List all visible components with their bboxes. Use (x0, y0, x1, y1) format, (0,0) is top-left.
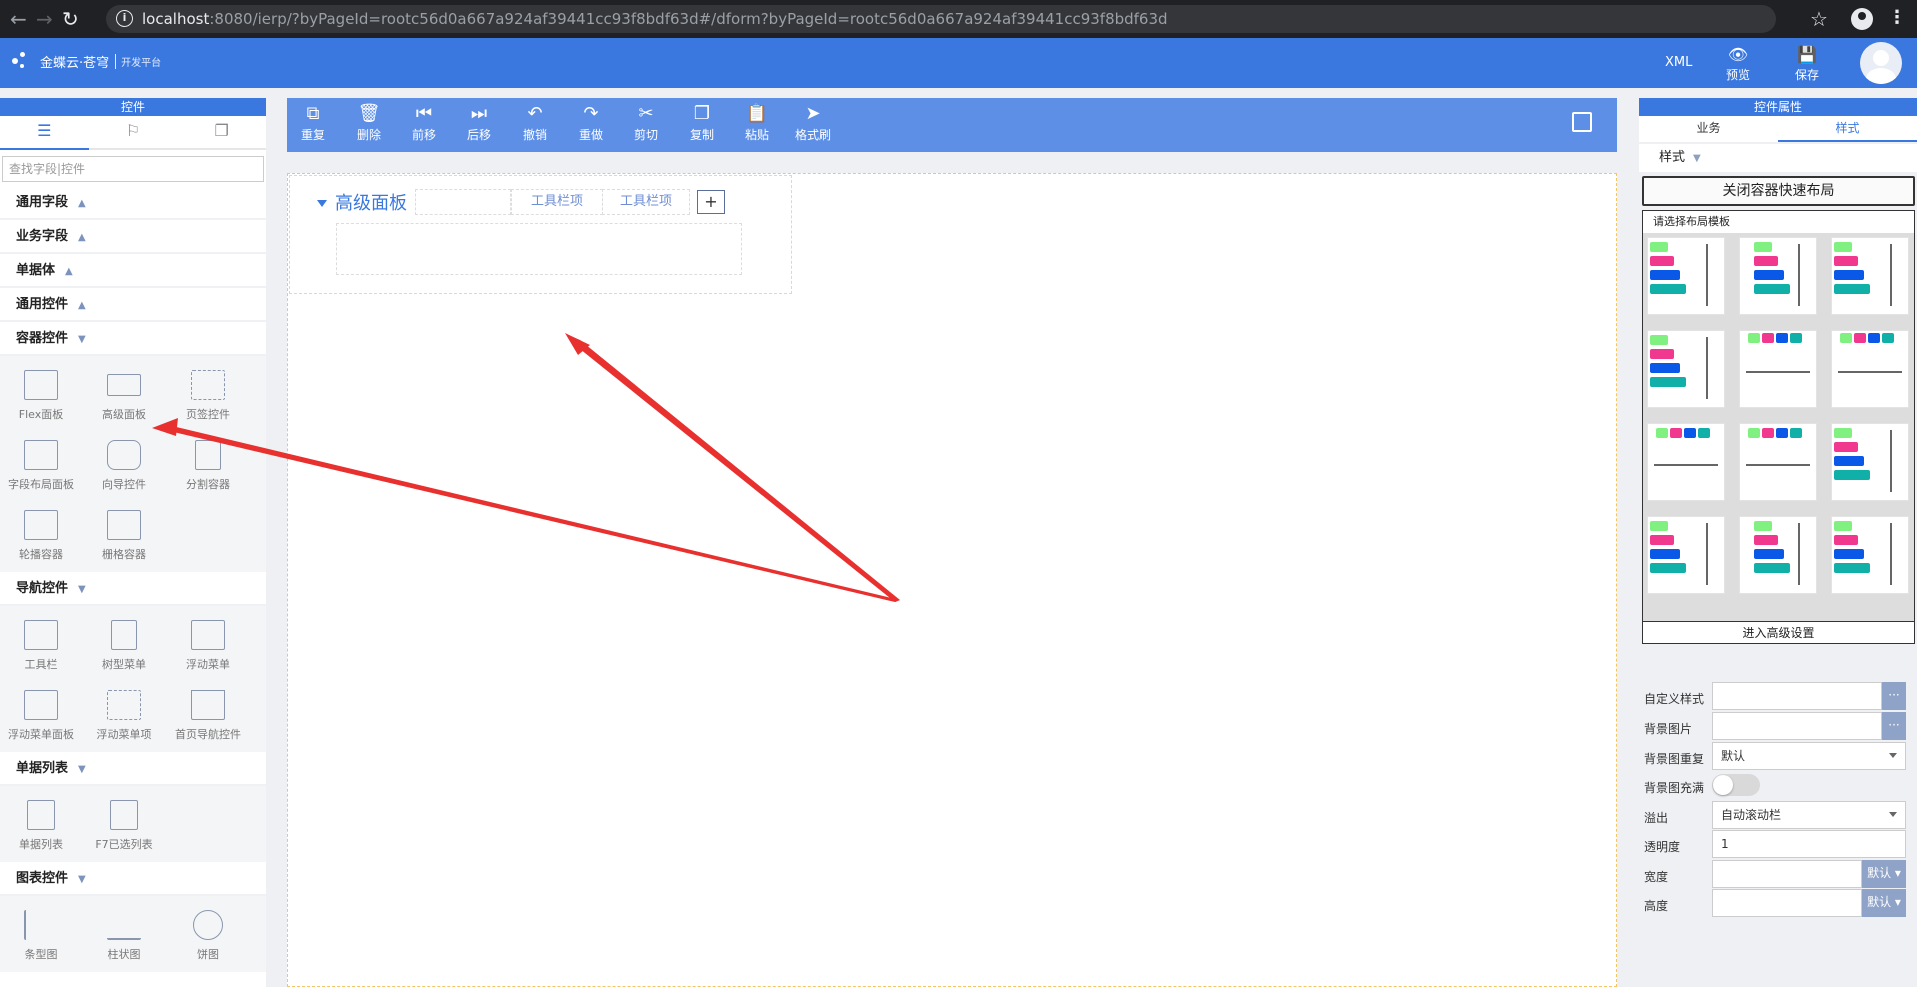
overflow-label: 溢出 (1644, 811, 1669, 825)
bg-repeat-value: 默认 (1721, 749, 1746, 763)
advanced-settings-button[interactable]: 进入高级设置 (1643, 621, 1914, 643)
tab-style[interactable]: 样式 (1778, 116, 1917, 142)
bg-fill-toggle[interactable] (1712, 774, 1760, 796)
chevron-down-icon (1889, 753, 1897, 758)
layout-template-option[interactable] (1831, 423, 1909, 501)
layout-template-option[interactable] (1739, 516, 1817, 594)
layout-template-option[interactable] (1739, 237, 1817, 315)
width-label: 宽度 (1644, 870, 1669, 884)
custom-style-more-button[interactable]: ··· (1882, 682, 1906, 710)
width-default-button[interactable]: 默认 ▾ (1862, 860, 1906, 888)
tab-business[interactable]: 业务 (1639, 116, 1778, 142)
custom-style-input[interactable] (1712, 682, 1882, 710)
bg-fill-label: 背景图充满 (1644, 781, 1705, 795)
width-input[interactable] (1712, 860, 1862, 888)
chevron-down-icon (1889, 812, 1897, 817)
layout-template-option[interactable] (1647, 516, 1725, 594)
annotation-arrows (152, 333, 900, 602)
arrow-to-advanced-panel-head (152, 418, 178, 436)
overflow-select[interactable]: 自动滚动栏 (1712, 801, 1906, 829)
properties-panel: 控件属性 业务 样式 样式 ▼ 关闭容器快速布局 请选择布局模板 进入高级设置 自… (1639, 98, 1917, 987)
bg-repeat-select[interactable]: 默认 (1712, 742, 1906, 770)
layout-template-option[interactable] (1739, 423, 1817, 501)
layout-template-option[interactable] (1647, 330, 1725, 408)
bg-image-input[interactable] (1712, 712, 1882, 740)
height-input[interactable] (1712, 889, 1862, 917)
height-default-button[interactable]: 默认 ▾ (1862, 889, 1906, 917)
bg-image-more-button[interactable]: ··· (1882, 712, 1906, 740)
caret-down-icon: ▼ (1693, 153, 1701, 164)
opacity-label: 透明度 (1644, 840, 1681, 854)
style-label: 样式 (1659, 150, 1686, 165)
layout-template-option[interactable] (1831, 237, 1909, 315)
height-label: 高度 (1644, 899, 1669, 913)
close-quick-layout-button[interactable]: 关闭容器快速布局 (1642, 176, 1915, 206)
layout-template-option[interactable] (1739, 330, 1817, 408)
opacity-input[interactable]: 1 (1712, 830, 1906, 858)
default-label: 默认 (1867, 866, 1892, 880)
layout-template-picker: 请选择布局模板 进入高级设置 (1642, 210, 1915, 644)
layout-template-option[interactable] (1647, 237, 1725, 315)
bg-image-label: 背景图片 (1644, 722, 1693, 736)
bg-repeat-label: 背景图重复 (1644, 752, 1705, 766)
properties-panel-title: 控件属性 (1639, 98, 1917, 116)
custom-style-label: 自定义样式 (1644, 692, 1705, 706)
properties-tabs: 业务 样式 (1639, 116, 1917, 142)
overflow-value: 自动滚动栏 (1721, 808, 1782, 822)
layout-template-option[interactable] (1831, 330, 1909, 408)
layout-template-option[interactable] (1647, 423, 1725, 501)
style-group-header[interactable]: 样式 ▼ (1639, 144, 1917, 172)
default-label: 默认 (1867, 895, 1892, 909)
template-header: 请选择布局模板 (1643, 211, 1914, 233)
layout-template-option[interactable] (1831, 516, 1909, 594)
